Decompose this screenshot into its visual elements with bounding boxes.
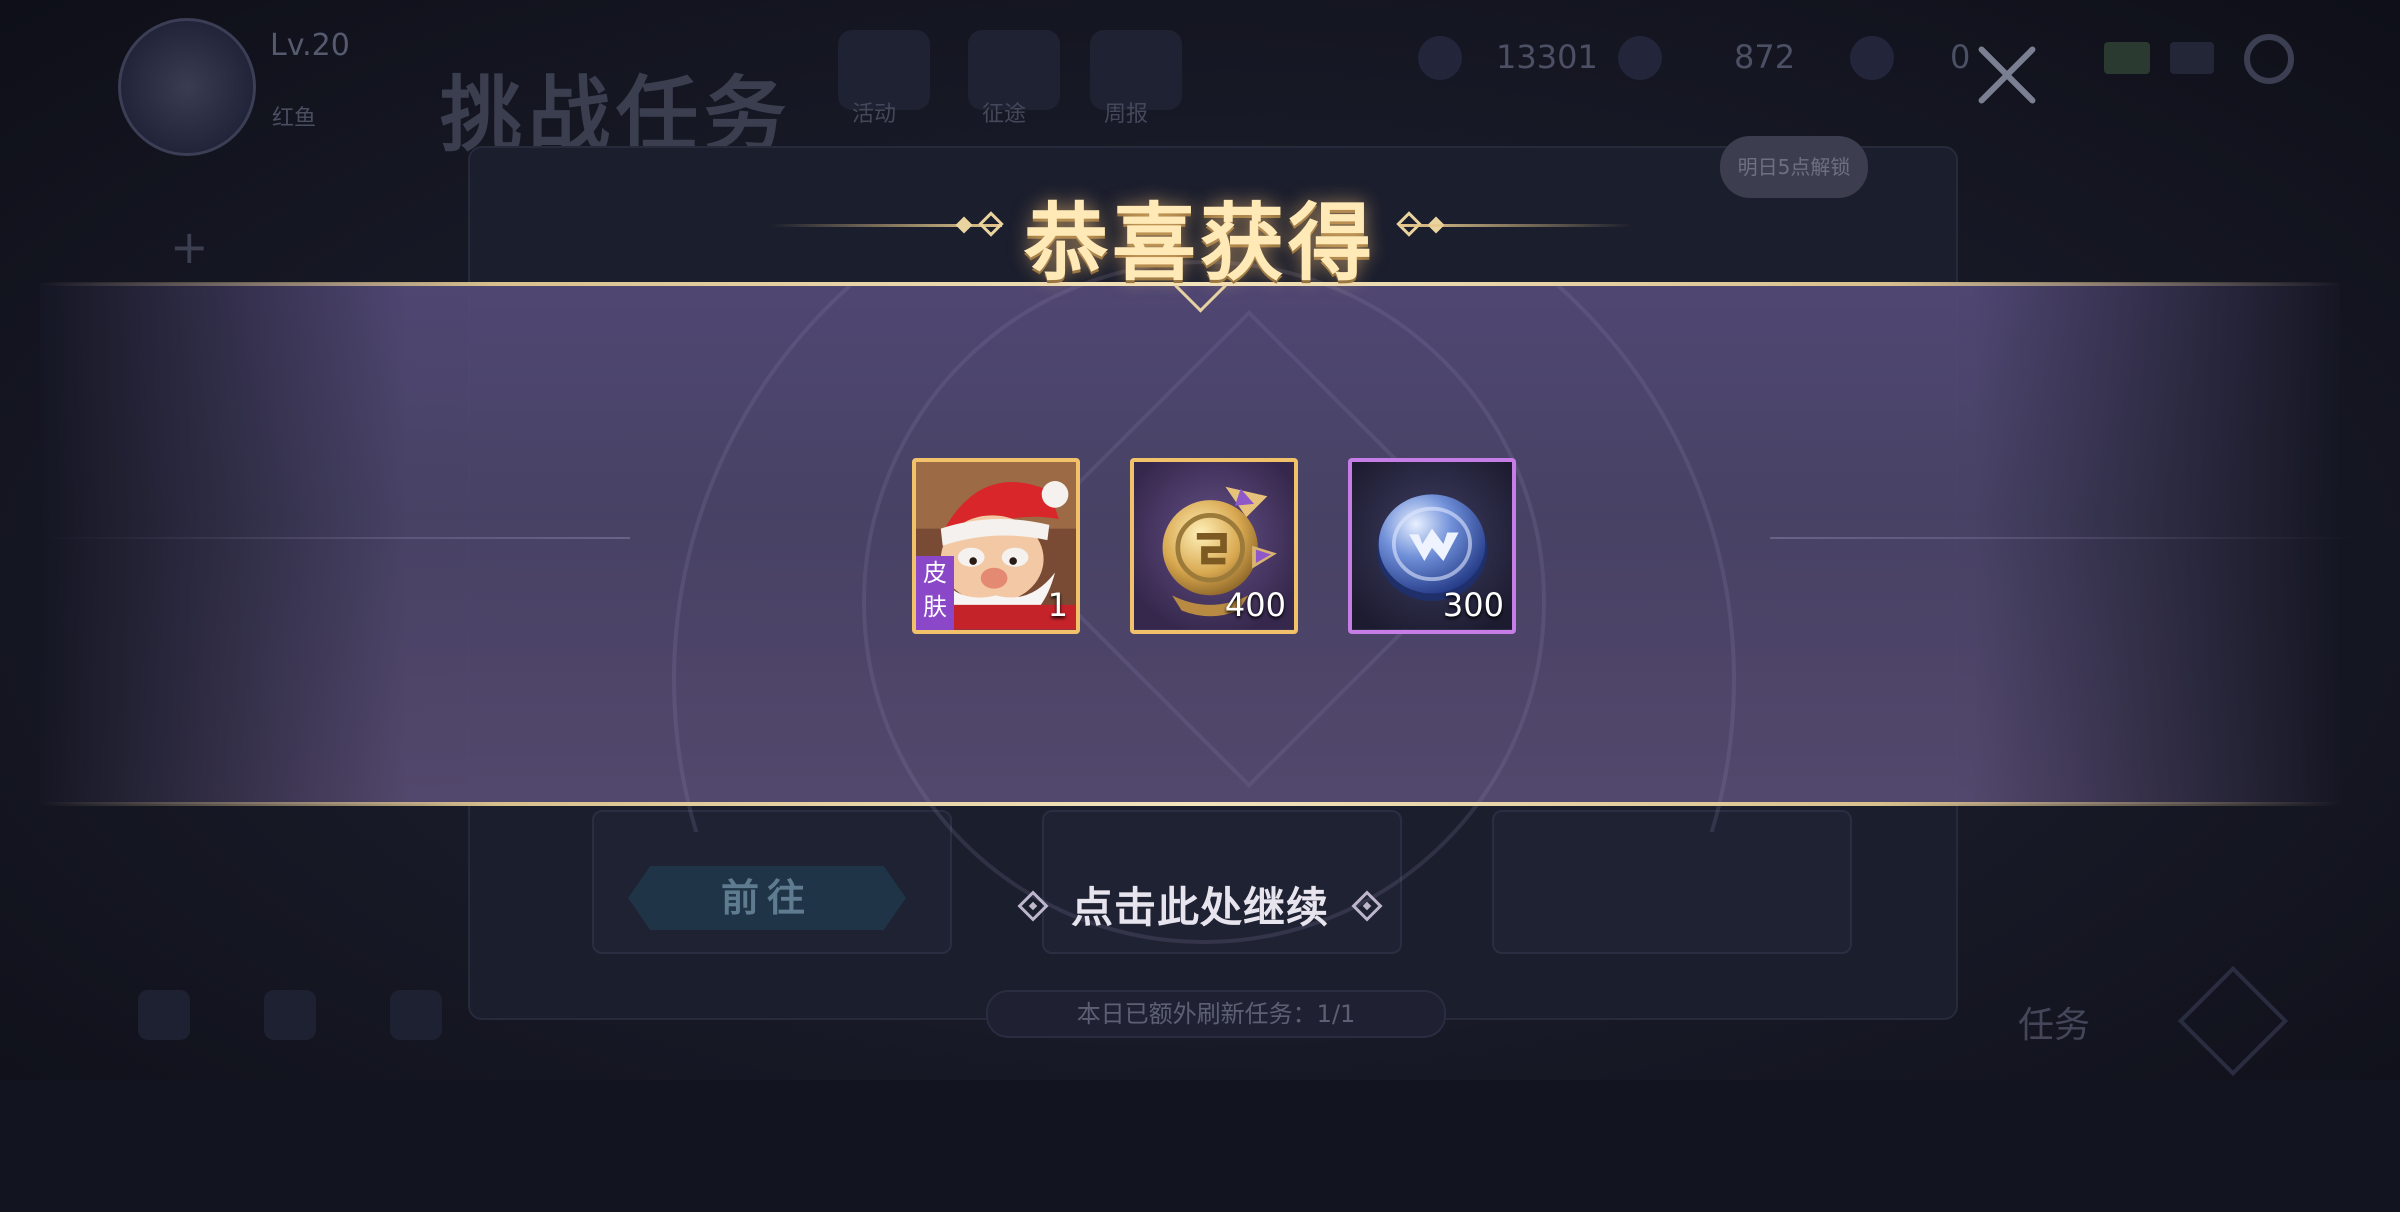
battery-icon <box>2104 42 2150 74</box>
chat-icon[interactable] <box>390 990 442 1040</box>
diamond-count: 872 <box>1734 38 1796 76</box>
coin-count: 13301 <box>1496 38 1598 76</box>
decor-line-left <box>40 537 630 539</box>
diamond-icon <box>1618 36 1662 80</box>
banner-bottom-border <box>40 802 2340 806</box>
nav-journey-label: 征途 <box>982 102 1027 127</box>
skin-tag: 皮肤 <box>916 556 954 630</box>
continue-button[interactable]: 点击此处继续 <box>1040 874 1360 935</box>
reward-count: 400 <box>1224 586 1286 624</box>
bottom-task-label[interactable]: 任务 <box>2018 996 2090 1048</box>
reward-count: 1 <box>1047 586 1068 624</box>
player-avatar[interactable] <box>118 18 256 156</box>
reward-item-gold-coin[interactable]: 400 <box>1130 458 1298 634</box>
reward-item-skin[interactable]: 皮肤 1 <box>912 458 1080 634</box>
wifi-icon <box>2170 42 2214 74</box>
go-button[interactable]: 前往 <box>628 866 906 930</box>
player-level: Lv.20 <box>270 28 350 63</box>
gem-icon <box>1850 36 1894 80</box>
nav-activity-label: 活动 <box>852 102 897 127</box>
title-deco-right <box>1400 224 1632 227</box>
add-icon[interactable]: + <box>170 220 209 274</box>
reward-item-blue-coin[interactable]: 300 <box>1348 458 1516 634</box>
decor-line-right <box>1770 537 2360 539</box>
mail-icon[interactable] <box>264 990 316 1040</box>
player-name: 红鱼 <box>272 106 317 131</box>
gear-icon[interactable] <box>2244 34 2294 84</box>
close-icon[interactable] <box>1972 40 2042 110</box>
friends-icon[interactable] <box>138 990 190 1040</box>
reward-count: 300 <box>1442 586 1504 624</box>
gem-count: 0 <box>1950 38 1971 76</box>
coin-icon <box>1418 36 1462 80</box>
unlock-bubble: 明日5点解锁 <box>1720 136 1868 198</box>
nav-report-label: 周报 <box>1104 102 1149 127</box>
refresh-info: 本日已额外刷新任务：1/1 <box>986 990 1446 1038</box>
